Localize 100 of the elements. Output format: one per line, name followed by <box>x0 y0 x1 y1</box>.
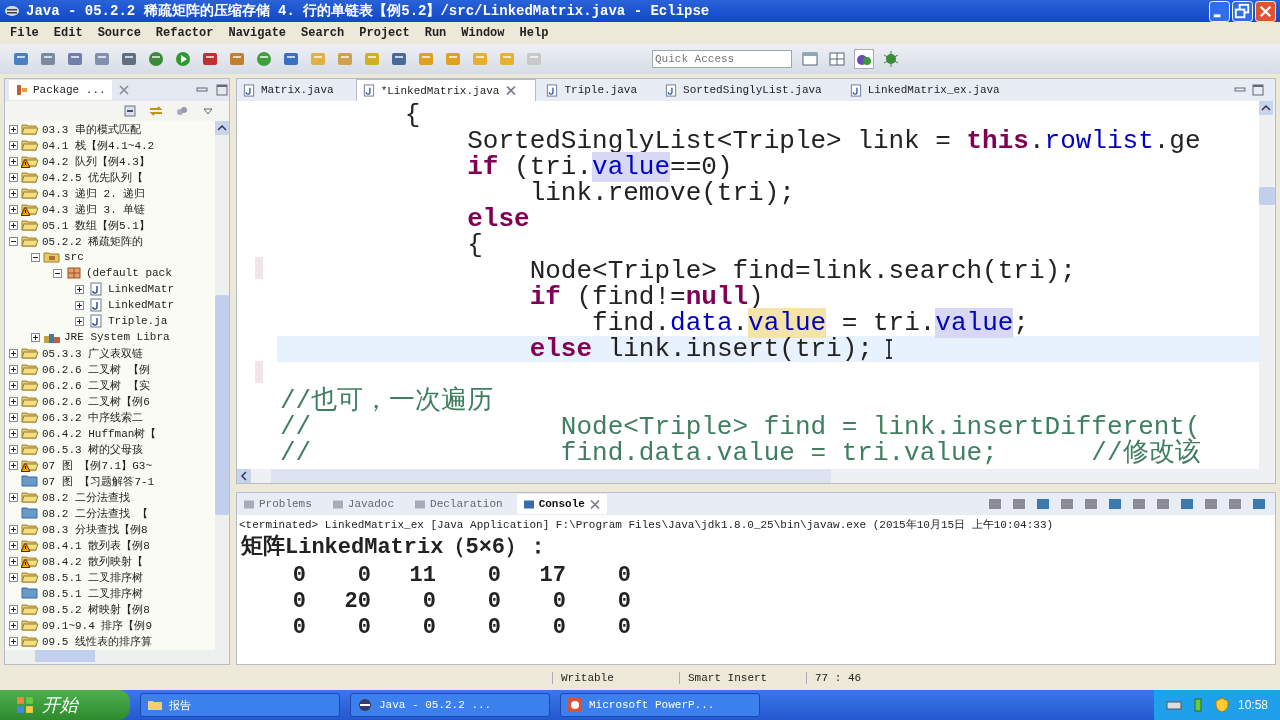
scrollbar[interactable] <box>215 121 229 650</box>
console-toolbar-icon[interactable] <box>1059 496 1075 512</box>
scroll-thumb[interactable] <box>35 650 95 662</box>
expand-toggle[interactable] <box>9 540 18 550</box>
menu-item[interactable]: Window <box>459 25 507 41</box>
expand-toggle[interactable] <box>9 460 18 470</box>
expand-toggle[interactable] <box>9 524 18 534</box>
menu-item[interactable]: Project <box>357 25 412 41</box>
menu-item[interactable]: Refactor <box>153 25 216 41</box>
tree-item[interactable]: 06.2.6 二叉树 【例 <box>42 361 150 377</box>
expand-toggle[interactable] <box>9 380 18 390</box>
tree-item[interactable]: 08.5.1 二叉排序树 <box>42 569 144 585</box>
expand-toggle[interactable] <box>9 572 18 582</box>
expand-toggle[interactable] <box>9 364 18 374</box>
menu-item[interactable]: Search <box>299 25 347 41</box>
taskbar-button[interactable]: Microsoft PowerP... <box>560 693 760 717</box>
tree-item[interactable]: 05.3.3 广义表双链 <box>42 345 144 361</box>
tree-item[interactable]: 08.2 二分法查找 <box>42 489 130 505</box>
console-toolbar-icon[interactable] <box>1131 496 1147 512</box>
tree-item[interactable]: 06.4.2 Huffman树【 <box>42 425 157 441</box>
tree-item[interactable]: 04.3 递归 3. 单链 <box>42 201 146 217</box>
open-perspective-icon[interactable] <box>801 50 819 68</box>
menu-item[interactable]: File <box>8 25 41 41</box>
expand-toggle[interactable] <box>9 444 18 454</box>
quick-access-field[interactable]: Quick Access <box>652 50 792 68</box>
shield-icon[interactable] <box>1213 697 1230 713</box>
close-icon[interactable] <box>588 497 601 511</box>
expand-toggle[interactable] <box>9 348 18 358</box>
console-toolbar-icon[interactable] <box>1083 496 1099 512</box>
scroll-thumb[interactable] <box>215 295 229 515</box>
start-button[interactable]: 开始 <box>0 690 130 720</box>
tree-item[interactable]: 04.2.5 优先队列【 <box>42 169 144 185</box>
expand-toggle[interactable] <box>9 556 18 566</box>
expand-toggle[interactable] <box>9 172 18 182</box>
expand-toggle[interactable] <box>9 428 18 438</box>
tree-item[interactable]: 06.5.3 树的父母孩 <box>42 441 144 457</box>
tree-item[interactable]: 04.1 栈【例4.1~4.2 <box>42 137 155 153</box>
tree-item[interactable]: 07 图 【例7.1】G3~ <box>42 457 152 473</box>
tree-item[interactable]: 05.1 数组【例5.1】 <box>42 217 150 233</box>
scroll-up-icon[interactable] <box>1259 101 1273 115</box>
expand-toggle[interactable] <box>9 412 18 422</box>
view-tab[interactable]: Declaration <box>408 494 509 514</box>
expand-toggle[interactable] <box>9 236 18 246</box>
tree-item[interactable]: 04.2 队列【例4.3】 <box>42 153 150 169</box>
java-perspective-icon[interactable] <box>855 50 873 68</box>
expand-toggle[interactable] <box>9 124 18 134</box>
run-icon[interactable] <box>174 50 192 68</box>
expand-toggle[interactable] <box>9 636 18 646</box>
tree-item[interactable]: JRE System Libra <box>64 331 170 343</box>
console-toolbar-icon[interactable] <box>1011 496 1027 512</box>
tree-item[interactable]: 06.2.6 二叉树【例6 <box>42 393 150 409</box>
expand-toggle[interactable] <box>75 316 84 326</box>
expand-toggle[interactable] <box>9 140 18 150</box>
expand-toggle[interactable] <box>9 396 18 406</box>
maximize-icon[interactable] <box>1251 83 1265 97</box>
console-toolbar-icon[interactable] <box>1251 496 1267 512</box>
console-toolbar-icon[interactable] <box>1035 496 1051 512</box>
tree-item[interactable]: 08.5.2 树映射【例8 <box>42 601 150 617</box>
tree-item[interactable]: 08.5.1 二叉排序树 <box>42 585 144 601</box>
tree-item[interactable]: 08.3 分块查找【例8 <box>42 521 148 537</box>
tree-item[interactable]: 06.2.6 二叉树 【实 <box>42 377 150 393</box>
focus-icon[interactable] <box>175 104 189 118</box>
menu-item[interactable]: Navigate <box>226 25 289 41</box>
expand-toggle[interactable] <box>31 332 40 342</box>
editor-tab[interactable]: Triple.java <box>540 79 656 101</box>
editor-tab[interactable]: *LinkedMatrix.java <box>355 79 537 101</box>
tree-item[interactable]: LinkedMatr <box>108 283 174 295</box>
expand-toggle[interactable] <box>9 188 18 198</box>
scroll-up-icon[interactable] <box>215 121 229 135</box>
minimize-button[interactable] <box>1209 0 1230 22</box>
tree-item[interactable]: 07 图 【习题解答7-1 <box>42 473 155 489</box>
menu-item[interactable]: Help <box>517 25 551 41</box>
expand-toggle[interactable] <box>31 252 40 262</box>
expand-toggle[interactable] <box>53 268 62 278</box>
editor-tab[interactable]: SortedSinglyList.java <box>659 79 840 101</box>
scrollbar[interactable] <box>1259 101 1275 469</box>
view-tab[interactable]: Javadoc <box>325 494 401 514</box>
horizontal-scrollbar[interactable] <box>5 650 229 664</box>
tree-item[interactable]: src <box>64 251 84 263</box>
view-tab[interactable]: Problems <box>237 494 318 514</box>
expand-toggle[interactable] <box>75 284 84 294</box>
tree-item[interactable]: 08.4.2 散列映射【 <box>42 553 144 569</box>
menu-item[interactable]: Source <box>95 25 143 41</box>
grid-icon[interactable] <box>828 50 846 68</box>
view-tab[interactable]: Console <box>516 494 607 514</box>
tree-item[interactable]: Triple.ja <box>108 315 168 327</box>
tree-item[interactable]: 05.2.2 稀疏矩阵的 <box>42 233 144 249</box>
console-toolbar-icon[interactable] <box>1179 496 1195 512</box>
expand-toggle[interactable] <box>9 220 18 230</box>
window-menu-icon[interactable] <box>4 3 20 19</box>
taskbar-button[interactable]: 报告 <box>140 693 340 717</box>
console-toolbar-icon[interactable] <box>1203 496 1219 512</box>
tree-item[interactable]: 09.5 线性表的排序算 <box>42 633 152 649</box>
expand-toggle[interactable] <box>9 604 18 614</box>
tree-item[interactable]: (default pack <box>86 267 172 279</box>
tree-item[interactable]: LinkedMatr <box>108 299 174 311</box>
taskbar-button[interactable]: Java - 05.2.2 ... <box>350 693 550 717</box>
expand-toggle[interactable] <box>9 620 18 630</box>
tree-item[interactable]: 04.3 递归 2. 递归 <box>42 185 146 201</box>
tree-item[interactable]: 08.2 二分法查找 【 <box>42 505 148 521</box>
